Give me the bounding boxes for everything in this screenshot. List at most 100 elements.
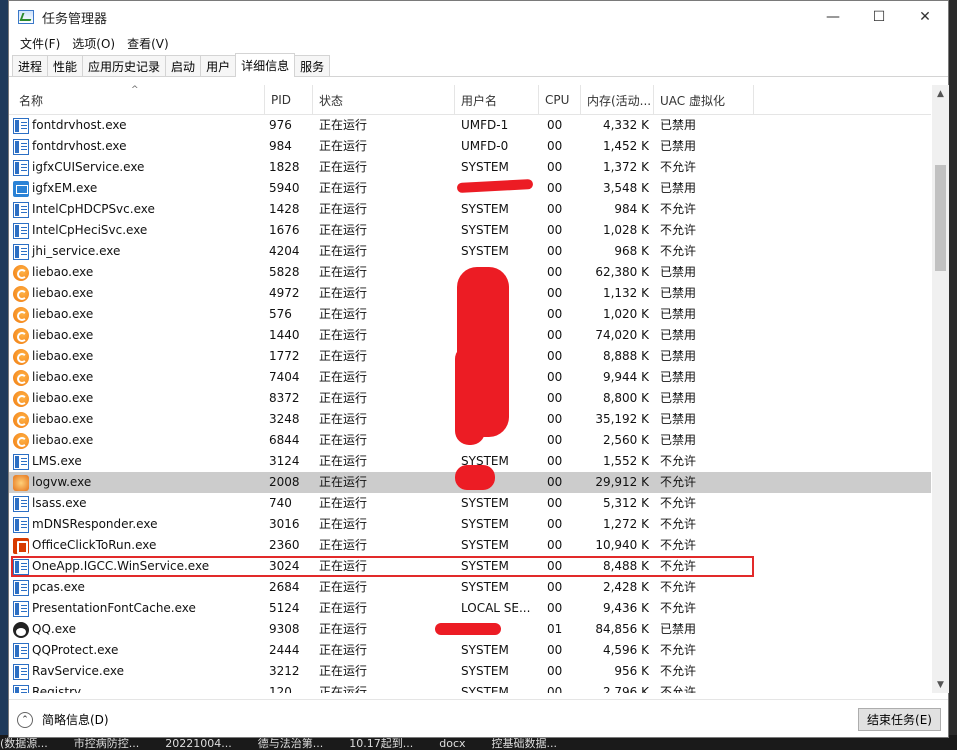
minimize-button[interactable]: — xyxy=(810,1,856,33)
column-header-status[interactable]: 状态 xyxy=(313,85,455,115)
table-row[interactable]: IntelCpHeciSvc.exe 1676 正在运行 SYSTEM 00 1,028 … xyxy=(9,220,931,241)
cell-user: SYSTEM xyxy=(461,244,509,258)
process-name: fontdrvhost.exe xyxy=(32,118,127,132)
cell-status: 正在运行 xyxy=(319,496,368,510)
cell-cpu: 00 xyxy=(547,328,563,342)
cell-name: liebao.exe xyxy=(13,283,263,304)
cell-pid: 8372 xyxy=(269,391,300,405)
table-row[interactable]: IntelCpHDCPSvc.exe 1428 正在运行 SYSTEM 00 984 K 不… xyxy=(9,199,931,220)
cell-memory: 8,800 K xyxy=(602,391,649,405)
table-row[interactable]: QQProtect.exe 2444 正在运行 SYSTEM 00 4,596 K 不允许 xyxy=(9,640,931,661)
cell-name: Registry xyxy=(13,682,263,693)
column-header-uac[interactable]: UAC 虚拟化 xyxy=(654,85,754,115)
cell-user: SYSTEM xyxy=(461,559,509,573)
table-row[interactable]: OfficeClickToRun.exe 2360 正在运行 SYSTEM 00 10,9… xyxy=(9,535,931,556)
cell-cpu: 00 xyxy=(547,181,563,195)
process-name: QQProtect.exe xyxy=(32,643,119,657)
table-row[interactable]: Registry 120 正在运行 SYSTEM 00 2,796 K 不允许 xyxy=(9,682,931,693)
column-header-pid[interactable]: PID xyxy=(265,85,313,115)
cell-uac: 不允许 xyxy=(660,160,697,174)
process-name: liebao.exe xyxy=(32,391,94,405)
process-name: QQ.exe xyxy=(32,622,76,636)
column-header-memory[interactable]: 内存(活动... xyxy=(581,85,654,115)
cell-user: SYSTEM xyxy=(461,223,509,237)
table-row[interactable]: fontdrvhost.exe 984 正在运行 UMFD-0 00 1,452 K 已禁用 xyxy=(9,136,931,157)
cell-status: 正在运行 xyxy=(319,307,368,321)
tab-users[interactable]: 用户 xyxy=(200,55,237,76)
tab-performance[interactable]: 性能 xyxy=(47,55,84,76)
cell-uac: 已禁用 xyxy=(660,370,697,384)
cell-memory: 10,940 K xyxy=(595,538,649,552)
cell-name: igfxCUIService.exe xyxy=(13,157,263,178)
table-row[interactable]: lsass.exe 740 正在运行 SYSTEM 00 5,312 K 不允许 xyxy=(9,493,931,514)
cell-status: 正在运行 xyxy=(319,286,368,300)
liebao-icon xyxy=(13,390,29,407)
cell-name: liebao.exe xyxy=(13,388,263,409)
cell-pid: 1772 xyxy=(269,349,300,363)
process-name: liebao.exe xyxy=(32,286,94,300)
cell-uac: 已禁用 xyxy=(660,622,697,636)
cell-user: SYSTEM xyxy=(461,202,509,216)
cell-memory: 9,436 K xyxy=(602,601,649,615)
liebao-icon xyxy=(13,348,29,365)
scroll-thumb[interactable] xyxy=(935,165,946,271)
maximize-button[interactable]: ☐ xyxy=(856,1,902,33)
column-header-cpu[interactable]: CPU xyxy=(539,85,581,115)
close-button[interactable]: ✕ xyxy=(902,1,948,33)
cell-pid: 5940 xyxy=(269,181,300,195)
table-row[interactable]: RavService.exe 3212 正在运行 SYSTEM 00 956 K 不允许 xyxy=(9,661,931,682)
cell-status: 正在运行 xyxy=(319,643,368,657)
cell-name: OneApp.IGCC.WinService.exe xyxy=(13,556,263,577)
table-row[interactable]: mDNSResponder.exe 3016 正在运行 SYSTEM 00 1,272 K… xyxy=(9,514,931,535)
cell-pid: 3016 xyxy=(269,517,300,531)
tab-details[interactable]: 详细信息 xyxy=(235,53,296,77)
tab-processes[interactable]: 进程 xyxy=(12,55,49,76)
table-row[interactable]: PresentationFontCache.exe 5124 正在运行 LOCAL S… xyxy=(9,598,931,619)
table-row[interactable]: fontdrvhost.exe 976 正在运行 UMFD-1 00 4,332 K 已禁用 xyxy=(9,115,931,136)
tab-startup[interactable]: 启动 xyxy=(165,55,202,76)
process-name: igfxEM.exe xyxy=(32,181,98,195)
cell-memory: 2,428 K xyxy=(602,580,649,594)
cell-cpu: 00 xyxy=(547,601,563,615)
cell-pid: 3212 xyxy=(269,664,300,678)
end-task-button[interactable]: 结束任务(E) xyxy=(858,708,941,731)
cell-name: liebao.exe xyxy=(13,367,263,388)
cell-memory: 968 K xyxy=(614,244,649,258)
cell-cpu: 00 xyxy=(547,664,563,678)
win-icon xyxy=(13,516,29,533)
office-icon xyxy=(13,537,29,554)
cell-status: 正在运行 xyxy=(319,328,368,342)
menu-options[interactable]: 选项(O) xyxy=(66,35,121,52)
process-name: liebao.exe xyxy=(32,370,94,384)
cell-memory: 4,332 K xyxy=(602,118,649,132)
cell-name: liebao.exe xyxy=(13,262,263,283)
cell-pid: 4204 xyxy=(269,244,300,258)
cell-pid: 120 xyxy=(269,685,292,693)
scroll-down-arrow-icon[interactable]: ▼ xyxy=(932,676,949,693)
tab-services[interactable]: 服务 xyxy=(294,55,331,76)
cell-pid: 6844 xyxy=(269,433,300,447)
table-row[interactable]: OneApp.IGCC.WinService.exe 3024 正在运行 SYSTEM… xyxy=(9,556,931,577)
cell-uac: 已禁用 xyxy=(660,328,697,342)
table-row[interactable]: pcas.exe 2684 正在运行 SYSTEM 00 2,428 K 不允许 xyxy=(9,577,931,598)
cell-name: LMS.exe xyxy=(13,451,263,472)
chevron-up-icon: ⌃ xyxy=(17,711,33,728)
scroll-up-arrow-icon[interactable]: ▲ xyxy=(932,85,949,102)
menu-file[interactable]: 文件(F) xyxy=(14,35,66,52)
win-icon xyxy=(13,117,29,134)
table-row[interactable]: jhi_service.exe 4204 正在运行 SYSTEM 00 968 K 不允许 xyxy=(9,241,931,262)
menu-view[interactable]: 查看(V) xyxy=(121,35,175,52)
table-row[interactable]: igfxCUIService.exe 1828 正在运行 SYSTEM 00 1,372 … xyxy=(9,157,931,178)
tab-app-history[interactable]: 应用历史记录 xyxy=(82,55,167,76)
vertical-scrollbar[interactable]: ▲ ▼ xyxy=(932,85,949,693)
win-icon xyxy=(13,579,29,596)
cell-status: 正在运行 xyxy=(319,433,368,447)
column-header-name[interactable]: 名称 xyxy=(13,85,265,115)
column-header-user[interactable]: 用户名 xyxy=(455,85,539,115)
cell-uac: 已禁用 xyxy=(660,118,697,132)
cell-uac: 已禁用 xyxy=(660,286,697,300)
cell-uac: 不允许 xyxy=(660,517,697,531)
process-name: mDNSResponder.exe xyxy=(32,517,158,531)
cell-pid: 2684 xyxy=(269,580,300,594)
fewer-details-button[interactable]: ⌃ 简略信息(D) xyxy=(17,711,109,728)
